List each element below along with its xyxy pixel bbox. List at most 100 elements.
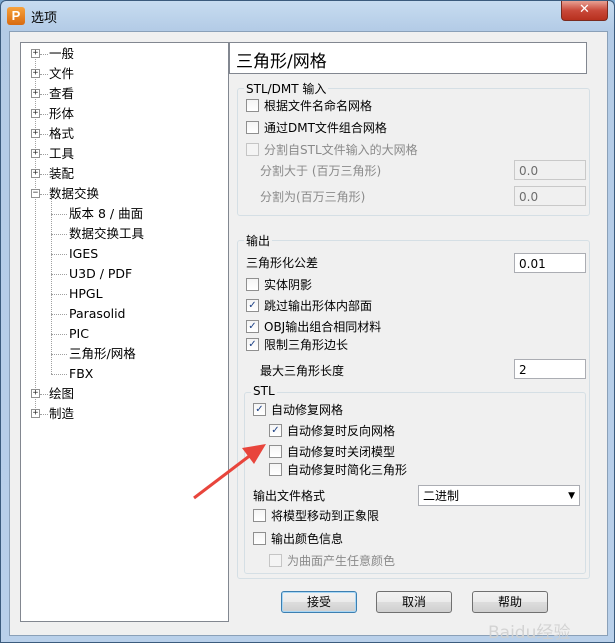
expand-icon[interactable]: +: [31, 409, 40, 418]
accept-button[interactable]: 接受: [281, 591, 357, 613]
tree-item-label: U3D / PDF: [69, 266, 133, 281]
checkbox-box[interactable]: ✓: [246, 320, 259, 333]
tree-connector-line: [51, 254, 67, 255]
split-above-input[interactable]: 0.0: [514, 160, 586, 180]
tree-connector-line: [51, 354, 67, 355]
collapse-icon[interactable]: −: [31, 189, 40, 198]
tree-item-label: 工具: [49, 146, 75, 161]
checkbox-box[interactable]: [246, 99, 259, 112]
tree-item[interactable]: + 工具: [21, 144, 221, 164]
tree-connector-line: [40, 194, 48, 195]
checkbox-box[interactable]: ✓: [253, 403, 266, 416]
tree-connector-line: [51, 214, 67, 215]
tree-item-label: PIC: [69, 326, 89, 341]
checkbox-box[interactable]: ✓: [246, 299, 259, 312]
tree-item[interactable]: + 绘图: [21, 384, 221, 404]
checkbox-box[interactable]: [269, 445, 282, 458]
window-title: 选项: [31, 11, 58, 26]
tree-connector-line: [40, 174, 48, 175]
checkbox-label: 将模型移动到正象限: [271, 509, 380, 523]
tree-item-label: 数据交换工具: [69, 226, 145, 241]
checkbox-label: 输出颜色信息: [271, 532, 344, 546]
tree-item[interactable]: U3D / PDF: [21, 264, 221, 284]
tree-item[interactable]: + 装配: [21, 164, 221, 184]
dialog-body: + 一般 + 文件 + 查看 + 形体 + 格式 + 工具 + 装配 − 数据交换 版本 8 / 曲面 数据交换工…: [9, 31, 608, 643]
title-bar[interactable]: P 选项 ✕: [1, 1, 614, 31]
expand-icon[interactable]: +: [31, 49, 40, 58]
expand-icon[interactable]: +: [31, 109, 40, 118]
tree-connector-line: [40, 154, 48, 155]
expand-icon[interactable]: +: [31, 389, 40, 398]
tree-item[interactable]: + 格式: [21, 124, 221, 144]
expand-icon[interactable]: +: [31, 129, 40, 138]
checkbox-label: OBJ输出组合相同材料: [264, 320, 382, 334]
watermark: Baidu经验: [488, 623, 571, 643]
checkbox-label: 自动修复时关闭模型: [287, 445, 396, 459]
checkbox-label: 通过DMT文件组合网格: [264, 121, 387, 135]
help-button[interactable]: 帮助: [472, 591, 548, 613]
checkbox-box[interactable]: [246, 278, 259, 291]
tree-item[interactable]: PIC: [21, 324, 221, 344]
expand-icon[interactable]: +: [31, 149, 40, 158]
split-into-input[interactable]: 0.0: [514, 186, 586, 206]
tree-item-label: 形体: [49, 106, 75, 121]
tree-item[interactable]: 数据交换工具: [21, 224, 221, 244]
expand-icon[interactable]: +: [31, 89, 40, 98]
checkbox-box[interactable]: [246, 121, 259, 134]
tree-item[interactable]: FBX: [21, 364, 221, 384]
checkbox-box[interactable]: [269, 463, 282, 476]
expand-icon[interactable]: +: [31, 69, 40, 78]
tree-item-label: 版本 8 / 曲面: [69, 206, 144, 221]
tree-item[interactable]: − 数据交换: [21, 184, 221, 204]
tree-item-label: 装配: [49, 166, 75, 181]
cancel-button[interactable]: 取消: [376, 591, 452, 613]
tree-connector-line: [51, 294, 67, 295]
tree-item[interactable]: + 文件: [21, 64, 221, 84]
group-title-output: 输出: [244, 232, 273, 249]
tree-item[interactable]: + 形体: [21, 104, 221, 124]
group-title-stl: STL: [251, 384, 277, 398]
tree-connector-line: [40, 74, 48, 75]
tree-item-label: Parasolid: [69, 306, 126, 321]
chevron-down-icon: ▼: [568, 491, 575, 501]
tree-item-label: FBX: [69, 366, 94, 381]
checkbox-box[interactable]: [253, 532, 266, 545]
checkbox-label: 自动修复网格: [271, 403, 344, 417]
format-dropdown[interactable]: 二进制 ▼: [418, 485, 580, 506]
tree-item[interactable]: + 查看: [21, 84, 221, 104]
checkbox-label: 为曲面产生任意颜色: [287, 554, 396, 568]
tolerance-label: 三角形化公差: [246, 256, 319, 270]
split-above-label: 分割大于 (百万三角形): [260, 164, 382, 178]
max-edge-input[interactable]: 2: [514, 359, 586, 379]
checkbox-box[interactable]: [246, 143, 259, 156]
tree-item[interactable]: 版本 8 / 曲面: [21, 204, 221, 224]
options-tree[interactable]: + 一般 + 文件 + 查看 + 形体 + 格式 + 工具 + 装配 − 数据交换 版本 8 / 曲面 数据交换工…: [20, 42, 229, 622]
section-header: 三角形/网格: [229, 42, 587, 74]
checkbox-box[interactable]: ✓: [246, 338, 259, 351]
tree-item-label: 三角形/网格: [69, 346, 136, 361]
page-title: 三角形/网格: [236, 52, 327, 72]
tree-item-label: HPGL: [69, 286, 103, 301]
options-dialog: P 选项 ✕ + 一般 + 文件 + 查看 + 形体 + 格式 + 工具 + 装配 − 数据交换 版本 8 / …: [0, 0, 615, 643]
checkbox-label: 自动修复时反向网格: [287, 424, 396, 438]
tree-connector-line: [51, 314, 67, 315]
tree-connector-line: [40, 134, 48, 135]
tree-item-label: 格式: [49, 126, 75, 141]
checkbox-label: 自动修复时简化三角形: [287, 463, 408, 477]
checkbox-box[interactable]: ✓: [269, 424, 282, 437]
close-button[interactable]: ✕: [561, 1, 608, 21]
checkbox-box[interactable]: [269, 554, 282, 567]
tree-item[interactable]: + 制造: [21, 404, 221, 424]
tolerance-input[interactable]: 0.01: [514, 253, 586, 273]
tree-item[interactable]: + 一般: [21, 44, 221, 64]
expand-icon[interactable]: +: [31, 169, 40, 178]
tree-item[interactable]: Parasolid: [21, 304, 221, 324]
checkbox-label: 根据文件名命名网格: [264, 99, 373, 113]
checkbox-box[interactable]: [253, 509, 266, 522]
tree-item[interactable]: 三角形/网格: [21, 344, 221, 364]
tree-item-label: 文件: [49, 66, 75, 81]
tree-item[interactable]: IGES: [21, 244, 221, 264]
tree-connector-line: [40, 414, 48, 415]
output-group: 输出 三角形化公差 0.01 实体阴影 ✓ 跳过输出形体内部面 ✓ OBJ输出组…: [237, 232, 590, 579]
tree-item[interactable]: HPGL: [21, 284, 221, 304]
